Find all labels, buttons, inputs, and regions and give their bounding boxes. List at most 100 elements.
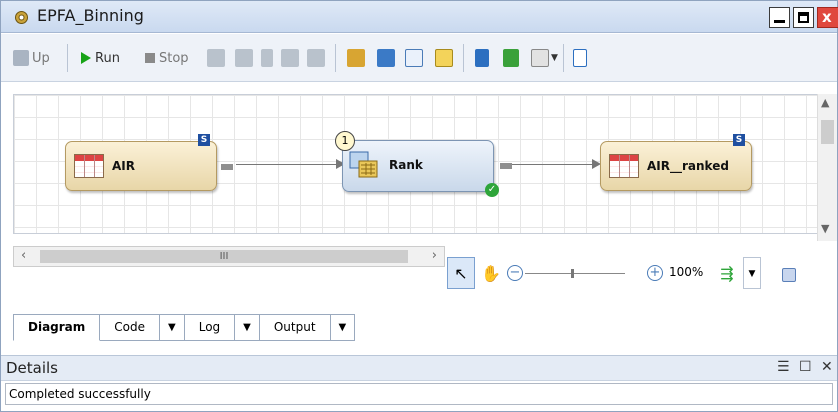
up-label: Up (32, 50, 50, 66)
node-label: AIR (112, 159, 135, 173)
step-into-icon (235, 49, 253, 67)
overview-button[interactable] (775, 257, 803, 289)
run-selected-icon (281, 49, 299, 67)
node-rank[interactable]: 1 Rank ✓ (335, 131, 512, 197)
toolbar-separator (463, 44, 464, 72)
run-selected-button[interactable] (281, 34, 299, 82)
close-icon: x (822, 8, 832, 26)
zoom-out-button[interactable]: − (507, 265, 523, 281)
layout-icon: ⇶ (720, 264, 734, 283)
diagram-view-button[interactable] (405, 34, 423, 82)
properties-button[interactable] (347, 34, 365, 82)
run-from-button[interactable] (307, 34, 325, 82)
table-icon (609, 154, 639, 178)
layout-button[interactable]: ⇶ (713, 257, 741, 289)
properties-icon (347, 49, 365, 67)
output-port[interactable] (221, 164, 233, 170)
maximize-button[interactable] (793, 7, 814, 28)
diagram-canvas[interactable]: AIR S 1 Rank ✓ AIR__ranked S (13, 94, 819, 234)
chevron-down-icon: ▼ (551, 53, 558, 63)
pointer-tool-button[interactable]: ↖ (447, 257, 475, 289)
align-icon (503, 49, 519, 67)
node-air-ranked[interactable]: AIR__ranked S (600, 134, 752, 191)
checkmark-icon: ✓ (485, 183, 499, 197)
schedule-icon (531, 49, 549, 67)
node-air[interactable]: AIR S (65, 134, 233, 191)
tab-log-dropdown[interactable]: ▼ (235, 314, 260, 341)
details-header: Details ☰ ☐ ✕ (1, 355, 837, 381)
menu-icon[interactable]: ☰ (777, 359, 790, 375)
step-into-button[interactable] (235, 34, 253, 82)
notes-icon (435, 49, 453, 67)
tab-log[interactable]: Log (184, 314, 236, 341)
run-from-icon (307, 49, 325, 67)
notes-button[interactable] (435, 34, 453, 82)
scroll-thumb[interactable] (821, 120, 834, 144)
step-number-badge: 1 (335, 131, 355, 151)
tab-diagram[interactable]: Diagram (13, 314, 101, 341)
stop-button[interactable]: Stop (145, 34, 189, 82)
step-forward-button[interactable] (207, 34, 225, 82)
connector-line (512, 164, 596, 165)
schedule-button[interactable]: ▼ (531, 34, 558, 82)
pan-tool-button[interactable]: ✋ (477, 257, 505, 289)
horizontal-scrollbar[interactable]: ‹ III › (13, 246, 445, 267)
status-message: Completed successfully (5, 383, 833, 405)
scroll-thumb[interactable]: III (40, 250, 408, 263)
tab-output-dropdown[interactable]: ▼ (330, 314, 356, 341)
chevron-down-icon: ▼ (243, 322, 251, 333)
scroll-right-icon[interactable]: › (432, 248, 437, 263)
server-badge: S (733, 134, 745, 146)
title-bar: EPFA_Binning x (1, 1, 838, 33)
tab-output[interactable]: Output (259, 314, 331, 341)
up-icon (13, 50, 29, 66)
export-button[interactable] (377, 34, 395, 82)
tab-code[interactable]: Code (100, 314, 161, 341)
grid-icon (573, 49, 587, 67)
close-button[interactable]: x (817, 7, 838, 28)
up-button[interactable]: Up (13, 34, 50, 82)
gear-icon (15, 11, 28, 24)
output-port[interactable] (500, 163, 512, 169)
scroll-up-icon[interactable]: ▲ (821, 96, 829, 109)
window-title: EPFA_Binning (37, 6, 144, 25)
connector-line (236, 164, 340, 165)
list-button[interactable] (475, 34, 489, 82)
toolbar-separator (335, 44, 336, 72)
grid-button[interactable] (573, 34, 587, 82)
run-icon (81, 52, 91, 64)
node-label: AIR__ranked (647, 159, 729, 173)
rank-icon (349, 151, 378, 178)
tab-code-dropdown[interactable]: ▼ (160, 314, 185, 341)
chevron-down-icon: ▼ (338, 322, 347, 333)
chevron-down-icon: ▼ (748, 269, 756, 279)
zoom-toolbar: ↖ ✋ − + 100% ⇶ ▼ (447, 257, 823, 295)
close-icon[interactable]: ✕ (821, 359, 833, 375)
toolbar-separator (563, 44, 564, 72)
layout-dropdown[interactable]: ▼ (743, 257, 761, 289)
window: EPFA_Binning x Up Run Stop ▼ AIR S 1 Ran… (0, 0, 838, 412)
details-title: Details (6, 359, 59, 377)
stop-icon (145, 53, 155, 63)
align-button[interactable] (503, 34, 519, 82)
scroll-down-icon[interactable]: ▼ (821, 222, 829, 235)
tab-bar: Diagram Code ▼ Log ▼ Output ▼ (13, 314, 356, 341)
zoom-slider-knob[interactable] (571, 269, 574, 278)
list-icon (475, 49, 489, 67)
stop-label: Stop (159, 50, 189, 66)
vertical-scrollbar[interactable]: ▲ ▼ (817, 94, 837, 241)
maximize-icon[interactable]: ☐ (799, 359, 812, 375)
zoom-slider[interactable] (525, 273, 625, 274)
scroll-left-icon[interactable]: ‹ (21, 248, 26, 263)
pause-button[interactable] (261, 34, 273, 82)
step-forward-icon (207, 49, 225, 67)
diagram-view-icon (405, 49, 423, 67)
pointer-icon: ↖ (454, 264, 468, 283)
table-icon (74, 154, 104, 178)
run-button[interactable]: Run (81, 34, 120, 82)
zoom-in-button[interactable]: + (647, 265, 663, 281)
pause-icon (261, 49, 273, 67)
export-icon (377, 49, 395, 67)
minimize-button[interactable] (769, 7, 790, 28)
hand-icon: ✋ (481, 264, 501, 283)
